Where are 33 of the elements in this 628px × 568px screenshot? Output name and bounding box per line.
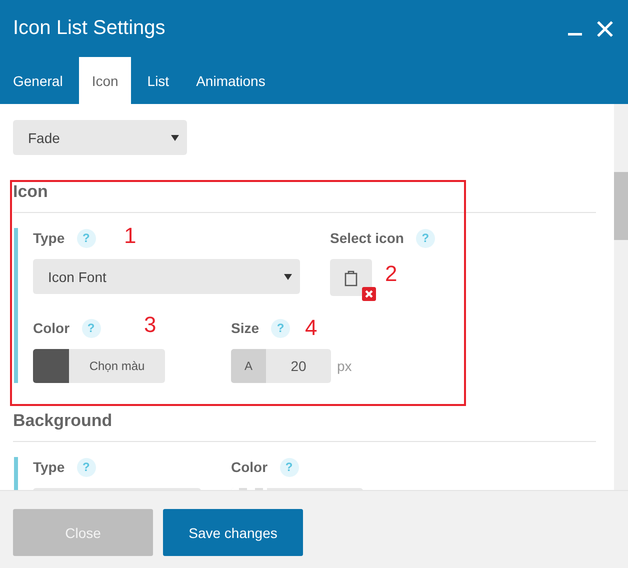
close-button[interactable] — [596, 20, 614, 38]
select-dropdown[interactable]: Icon Font — [33, 259, 300, 294]
field-label: Type — [33, 230, 65, 246]
tab[interactable]: General — [13, 57, 76, 104]
section-heading: Background — [13, 411, 114, 431]
field-label: Color — [33, 320, 70, 336]
hover-effect-select[interactable]: Fade — [13, 120, 187, 155]
annotation-number: 2 — [385, 262, 398, 286]
icon-picker-button[interactable] — [330, 259, 372, 296]
field-label: Type — [33, 459, 65, 475]
field-label: Size — [231, 320, 260, 336]
tab[interactable]: Animations — [183, 57, 278, 104]
dialog-button[interactable]: Save changes — [163, 509, 303, 556]
caret-icon — [284, 274, 292, 280]
field-label: Select icon — [330, 230, 404, 246]
annotation-number: 1 — [124, 224, 136, 248]
unit-label: px — [337, 358, 352, 374]
minimize-icon — [568, 33, 582, 36]
annotation-number: 4 — [305, 316, 318, 340]
tab[interactable]: List — [134, 57, 182, 104]
close-icon — [596, 20, 614, 38]
window-title: Icon List Settings — [13, 17, 166, 40]
field-label: Color — [231, 459, 268, 475]
scrollbar[interactable] — [614, 104, 628, 490]
annotation-number: 3 — [144, 313, 156, 337]
section-heading: Icon — [13, 182, 49, 202]
size-input[interactable]: A 20 — [231, 349, 331, 383]
color-picker-button[interactable]: Chọn màu — [33, 349, 165, 383]
clipboard-icon — [344, 268, 358, 286]
caret-icon — [171, 134, 179, 140]
scrollbar-thumb[interactable] — [614, 172, 628, 240]
remove-icon[interactable] — [362, 287, 376, 301]
tab[interactable]: Icon — [78, 57, 132, 104]
